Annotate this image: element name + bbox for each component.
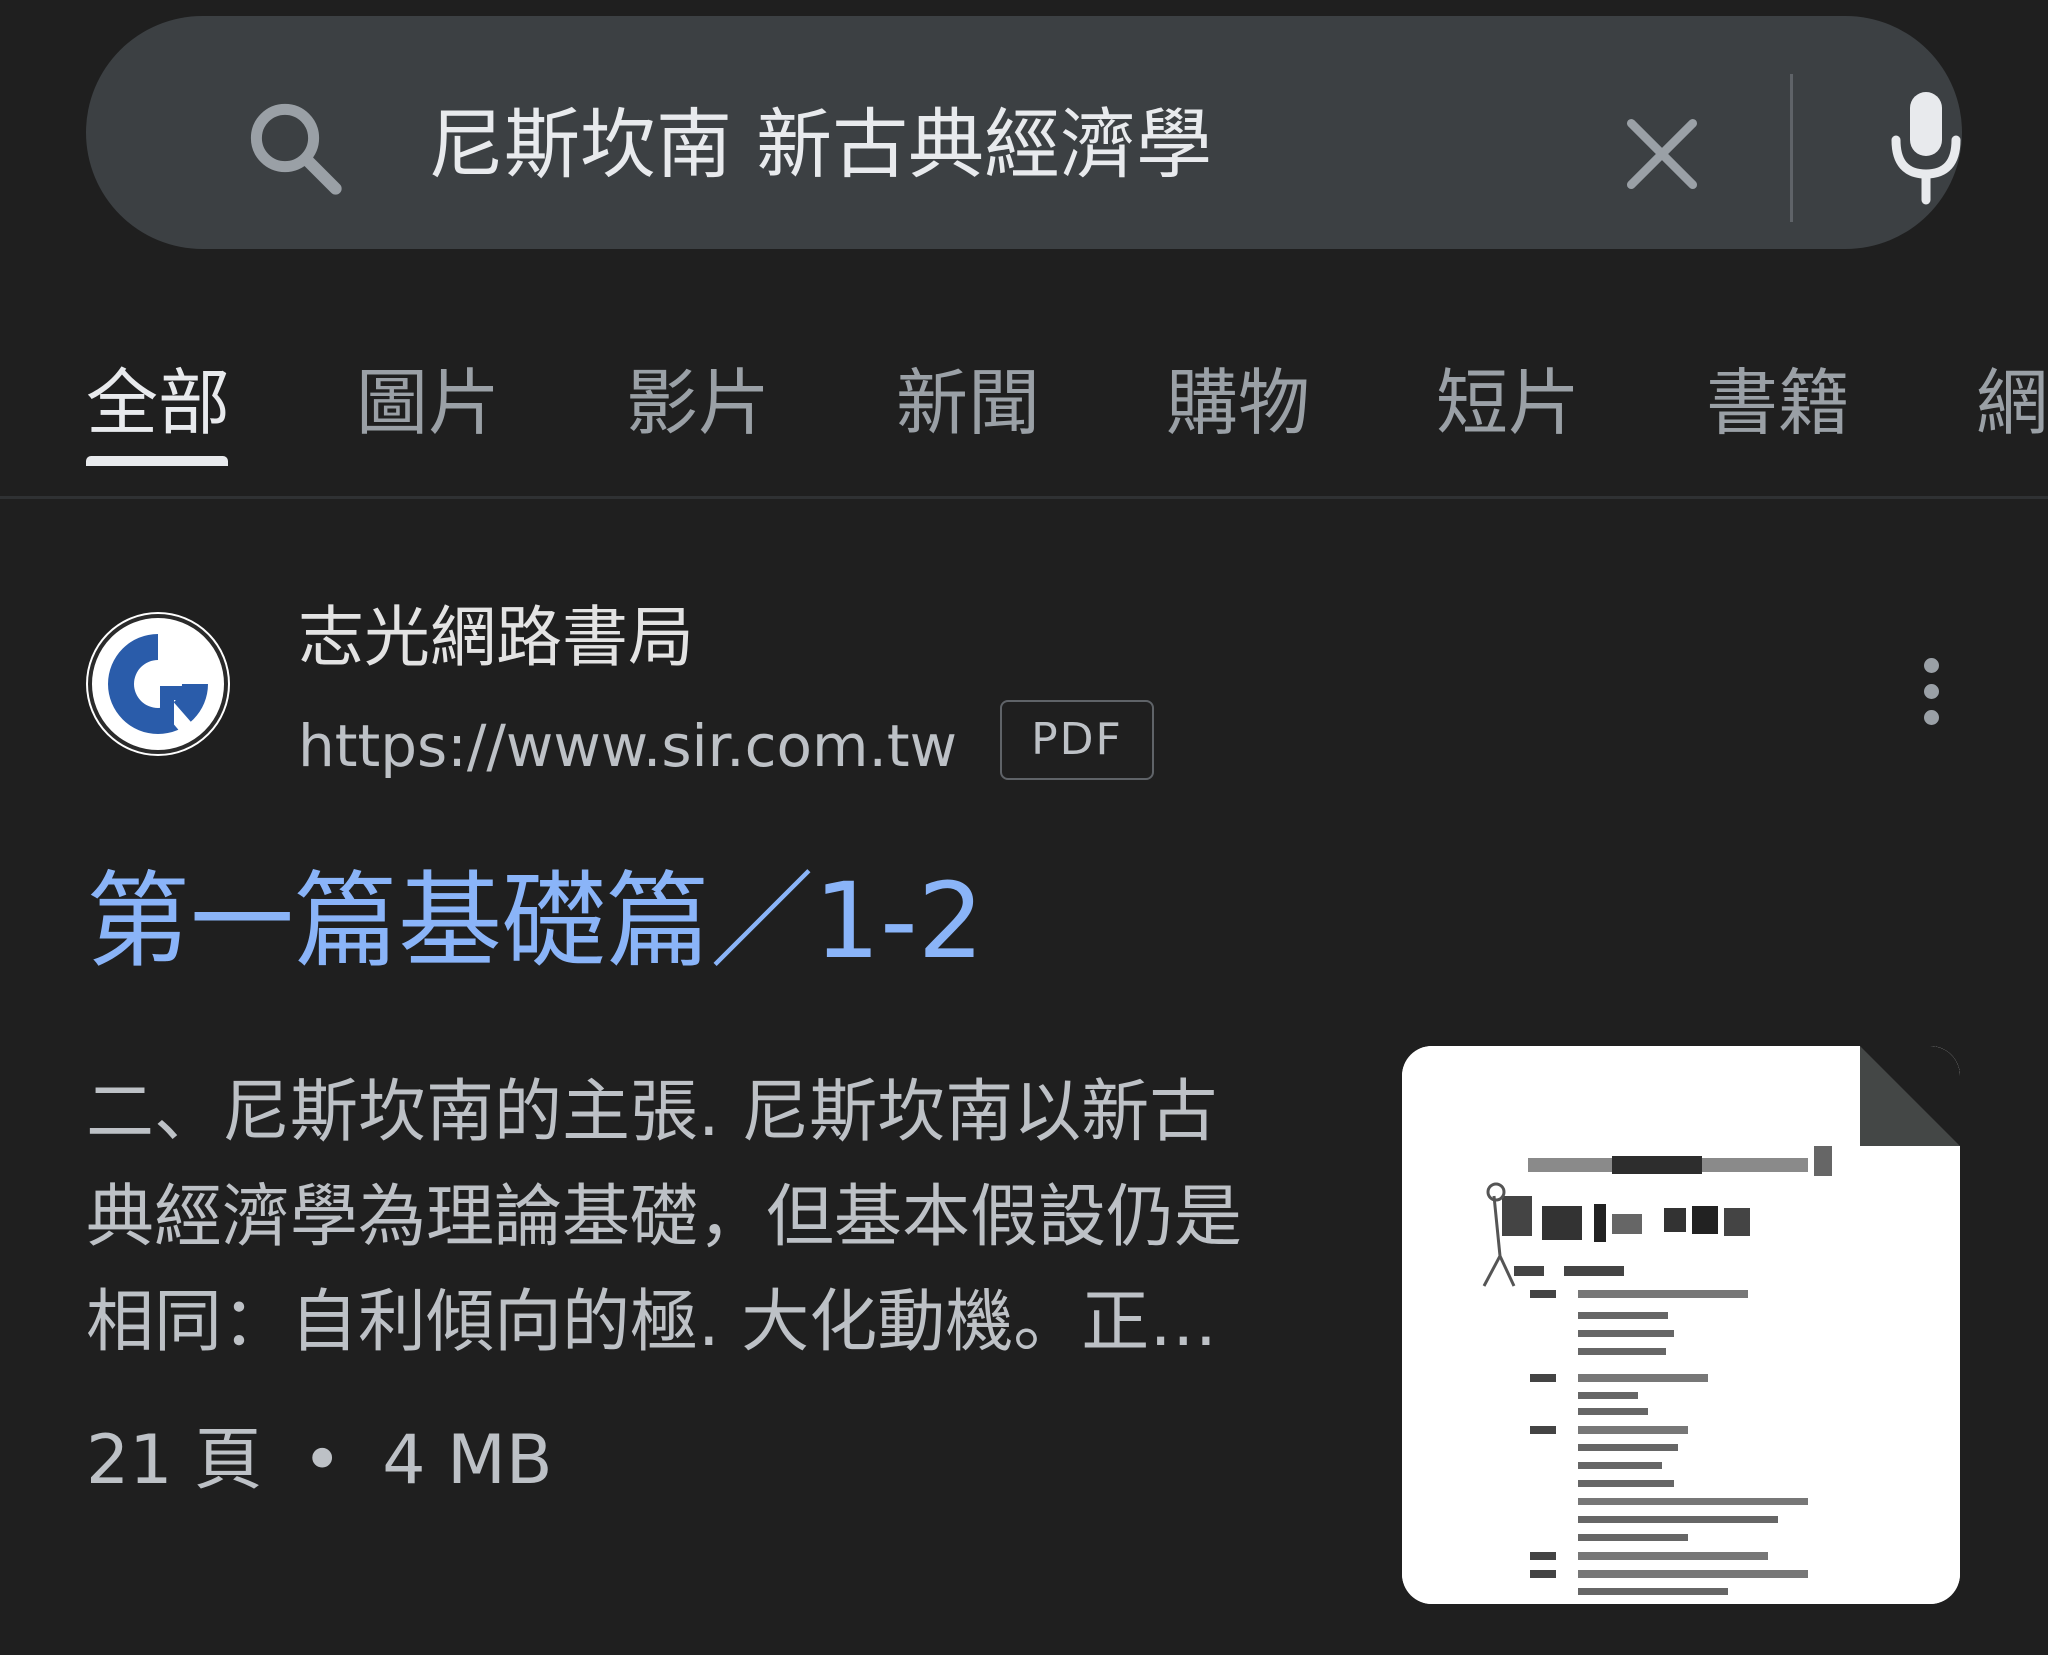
tabs-divider <box>0 496 2048 499</box>
tab-videos[interactable]: 影片 <box>626 358 770 448</box>
result-title-link[interactable]: 第一篇基礎篇／1-2 <box>86 856 984 986</box>
tab-all[interactable]: 全部 <box>86 358 230 448</box>
search-bar[interactable]: 尼斯坎南 新古典經濟學 <box>86 16 1962 249</box>
tab-web[interactable]: 網 <box>1976 358 2048 448</box>
snippet-line: 典經濟學為理論基礎，但基本假設仍是 <box>86 1178 1243 1257</box>
meta-separator: • <box>302 1421 343 1500</box>
tab-images[interactable]: 圖片 <box>356 358 500 448</box>
result-meta: 21 頁 • 4 MB <box>86 1416 552 1506</box>
result-snippet: 二、尼斯坎南的主張. 尼斯坎南以新古 典經濟學為理論基礎，但基本假設仍是 相同：… <box>86 1060 1326 1375</box>
tab-books[interactable]: 書籍 <box>1706 358 1850 448</box>
snippet-line: 相同：自利傾向的極. 大化動機。正… <box>86 1283 1218 1362</box>
search-icon <box>250 103 342 195</box>
site-name[interactable]: 志光網路書局 <box>298 598 694 678</box>
tab-shopping[interactable]: 購物 <box>1166 358 1310 448</box>
more-vert-icon[interactable] <box>1908 652 1954 732</box>
page-fold-corner <box>1860 1046 1960 1146</box>
tab-news[interactable]: 新聞 <box>896 358 1040 448</box>
search-tabs: 全部 圖片 影片 新聞 購物 短片 書籍 網 <box>0 330 2048 500</box>
search-divider <box>1790 74 1793 222</box>
microphone-icon[interactable] <box>1876 88 1976 208</box>
site-favicon-icon[interactable] <box>86 612 230 756</box>
pdf-thumbnail[interactable] <box>1402 1046 1960 1604</box>
close-icon[interactable] <box>1614 106 1710 202</box>
snippet-line: 二、尼斯坎南的主張. 尼斯坎南以新古 <box>86 1073 1218 1152</box>
file-size: 4 MB <box>382 1421 553 1500</box>
pdf-badge: PDF <box>1000 700 1154 780</box>
page-count: 21 頁 <box>86 1421 263 1500</box>
tab-shorts[interactable]: 短片 <box>1436 358 1580 448</box>
active-tab-indicator <box>86 456 228 466</box>
site-url[interactable]: https://www.sir.com.tw <box>298 706 957 786</box>
search-input[interactable]: 尼斯坎南 新古典經濟學 <box>428 90 1212 200</box>
